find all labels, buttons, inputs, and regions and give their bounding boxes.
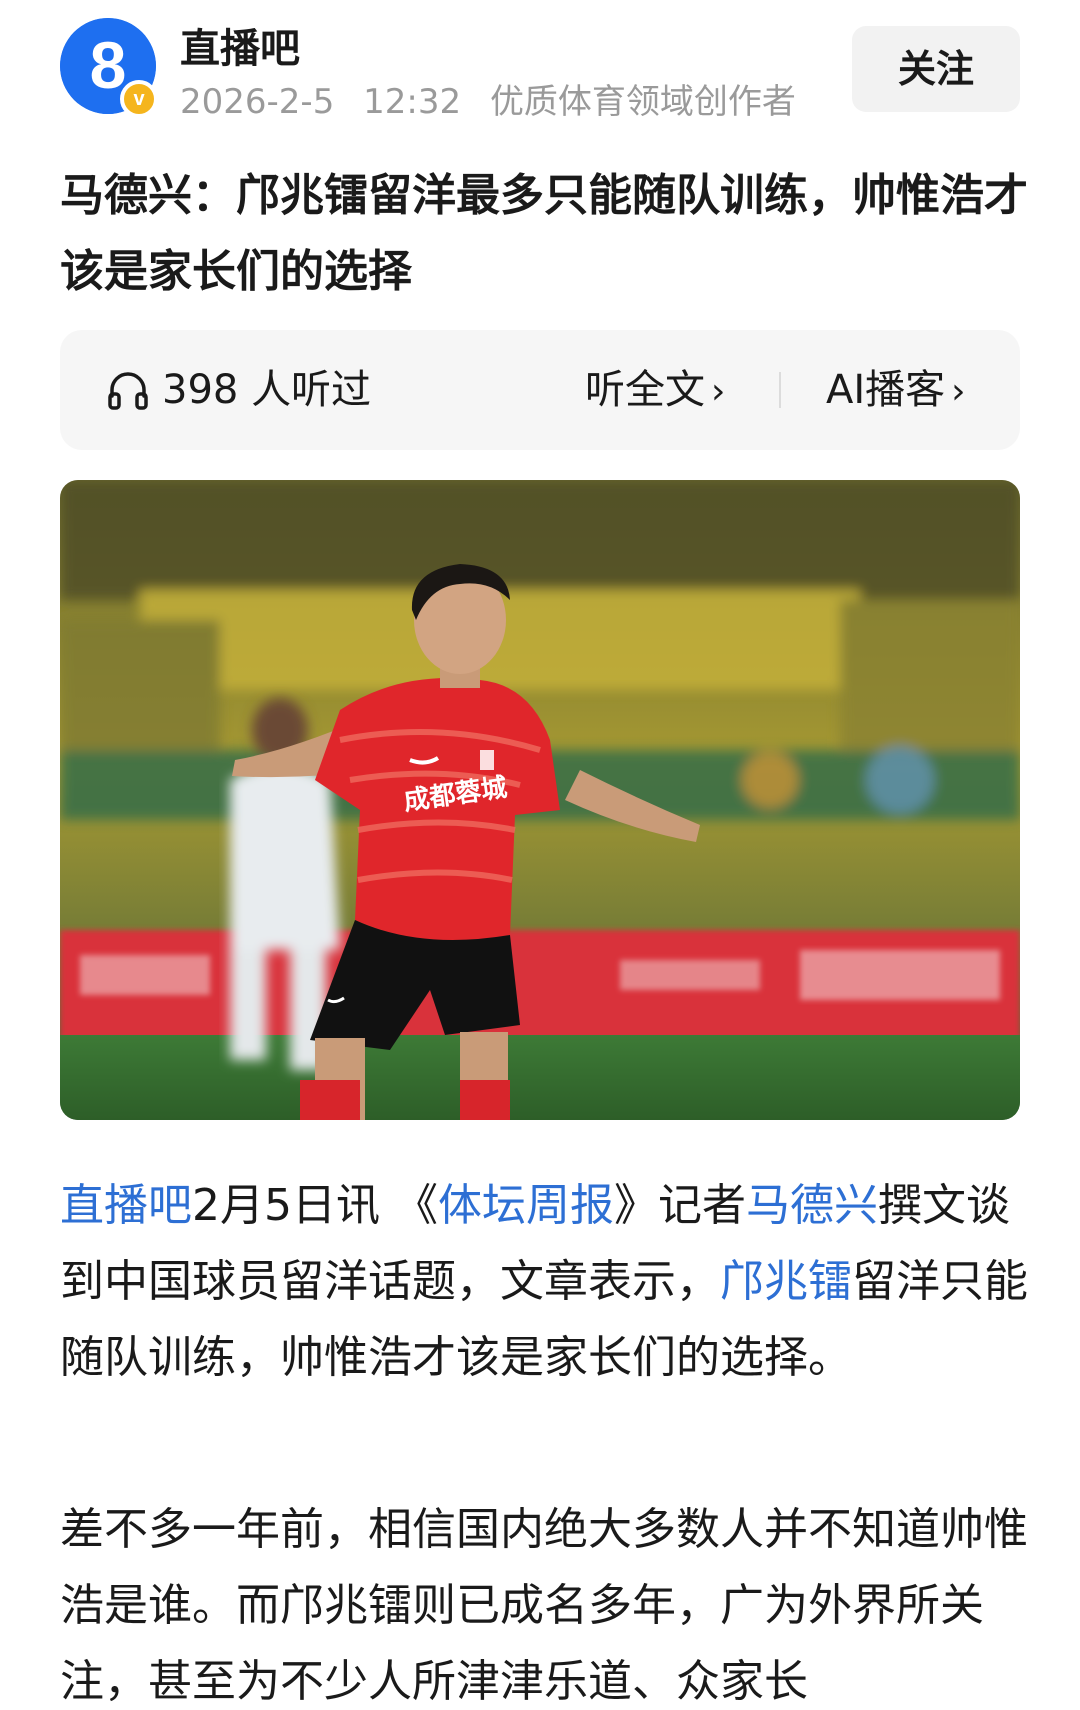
article-paragraph: 直播吧2月5日讯 《体坛周报》记者马德兴撰文谈到中国球员留洋话题，文章表示，邝兆… (60, 1168, 1030, 1396)
listen-full-text-label: 听全文 (585, 367, 705, 413)
verified-badge-icon: v (120, 80, 158, 118)
headphone-icon (108, 372, 148, 410)
publish-meta: 2026-2-5 12:32 优质体育领域创作者 (180, 74, 796, 123)
player-link[interactable]: 邝兆镭 (720, 1256, 852, 1307)
paragraph-text: 》记者 (613, 1180, 746, 1231)
source-link[interactable]: 直播吧 (60, 1180, 192, 1231)
listen-count: 398 人听过 (162, 367, 372, 413)
follow-button[interactable]: 关注 (852, 26, 1020, 112)
reporter-link[interactable]: 马德兴 (746, 1180, 878, 1231)
audio-bar: 398 人听过 听全文 › AI播客 › (60, 330, 1020, 450)
publication-link[interactable]: 体坛周报 (438, 1180, 614, 1231)
author-tagline: 优质体育领域创作者 (489, 82, 796, 122)
chevron-right-icon: › (711, 371, 726, 412)
article-header: 8 v 直播吧 2026-2-5 12:32 优质体育领域创作者 关注 (0, 0, 1080, 123)
divider (779, 372, 781, 408)
article-paragraph: 差不多一年前，相信国内绝大多数人并不知道帅惟浩是谁。而邝兆镭则已成名多年，广为外… (60, 1504, 1028, 1707)
publish-time: 12:32 (363, 82, 462, 122)
football-player-photo: 成都蓉城 (60, 480, 1020, 1120)
publish-date: 2026-2-5 (180, 82, 335, 122)
listen-full-text-button[interactable]: 听全文 › (585, 360, 725, 422)
ai-podcast-label: AI播客 (826, 367, 946, 413)
chevron-right-icon: › (951, 371, 966, 412)
ai-podcast-button[interactable]: AI播客 › (826, 360, 966, 422)
article-photo[interactable]: 成都蓉城 (60, 480, 1020, 1120)
article-title: 马德兴：邝兆镭留洋最多只能随队训练，帅惟浩才该是家长们的选择 (60, 170, 1028, 297)
paragraph-text: 2月5日讯 《 (192, 1180, 438, 1231)
author-name[interactable]: 直播吧 (180, 16, 300, 74)
